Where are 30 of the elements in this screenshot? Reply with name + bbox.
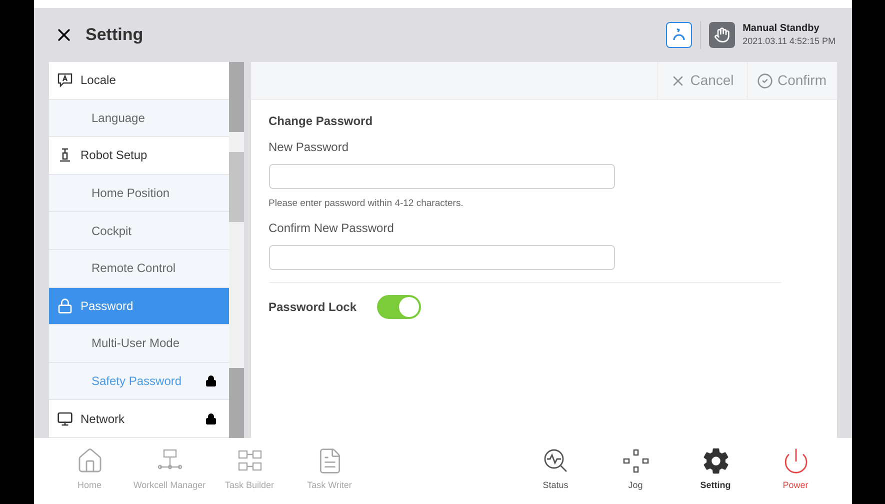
status-datetime: 2021.03.11 4:52:15 PM [742, 36, 836, 47]
lock-icon [56, 298, 72, 314]
sidebar-item[interactable]: Home Position [48, 174, 228, 212]
speech-bubble-icon [56, 72, 72, 88]
sidebar-item[interactable]: Multi-User Mode [48, 325, 228, 363]
nav-item[interactable]: Power [756, 447, 836, 493]
sidebar-item[interactable]: Safety Password [48, 362, 228, 400]
toggle-switch[interactable] [376, 295, 421, 320]
nav-item[interactable]: Jog [596, 447, 676, 493]
section-title: Change Password [268, 113, 374, 130]
toggle-label: Password Lock [268, 299, 357, 316]
field-label: New Password [268, 139, 350, 156]
monitor-icon [56, 410, 72, 427]
field-label: Confirm New Password [268, 220, 395, 238]
settings-icon [702, 447, 730, 476]
robot-status: Manual Standby [742, 23, 820, 36]
sidebar-item[interactable]: Password [48, 288, 228, 326]
field-hint: Please enter password within 4-12 characters. [268, 197, 464, 211]
check-circle-icon [757, 72, 774, 88]
sidebar-item[interactable]: Remote Control [48, 250, 228, 288]
rotate-button[interactable] [666, 22, 692, 48]
password-field[interactable] [268, 245, 614, 270]
jog-arrows-icon [622, 447, 650, 476]
password-field[interactable] [268, 164, 614, 189]
nav-item[interactable]: Setting [676, 447, 756, 493]
hand-icon [714, 27, 730, 43]
sidebar-item[interactable]: Cockpit [48, 212, 228, 250]
nav-item[interactable]: Status [516, 447, 596, 493]
page-title: Setting [86, 24, 144, 46]
sidebar-item[interactable]: Language [48, 100, 228, 138]
